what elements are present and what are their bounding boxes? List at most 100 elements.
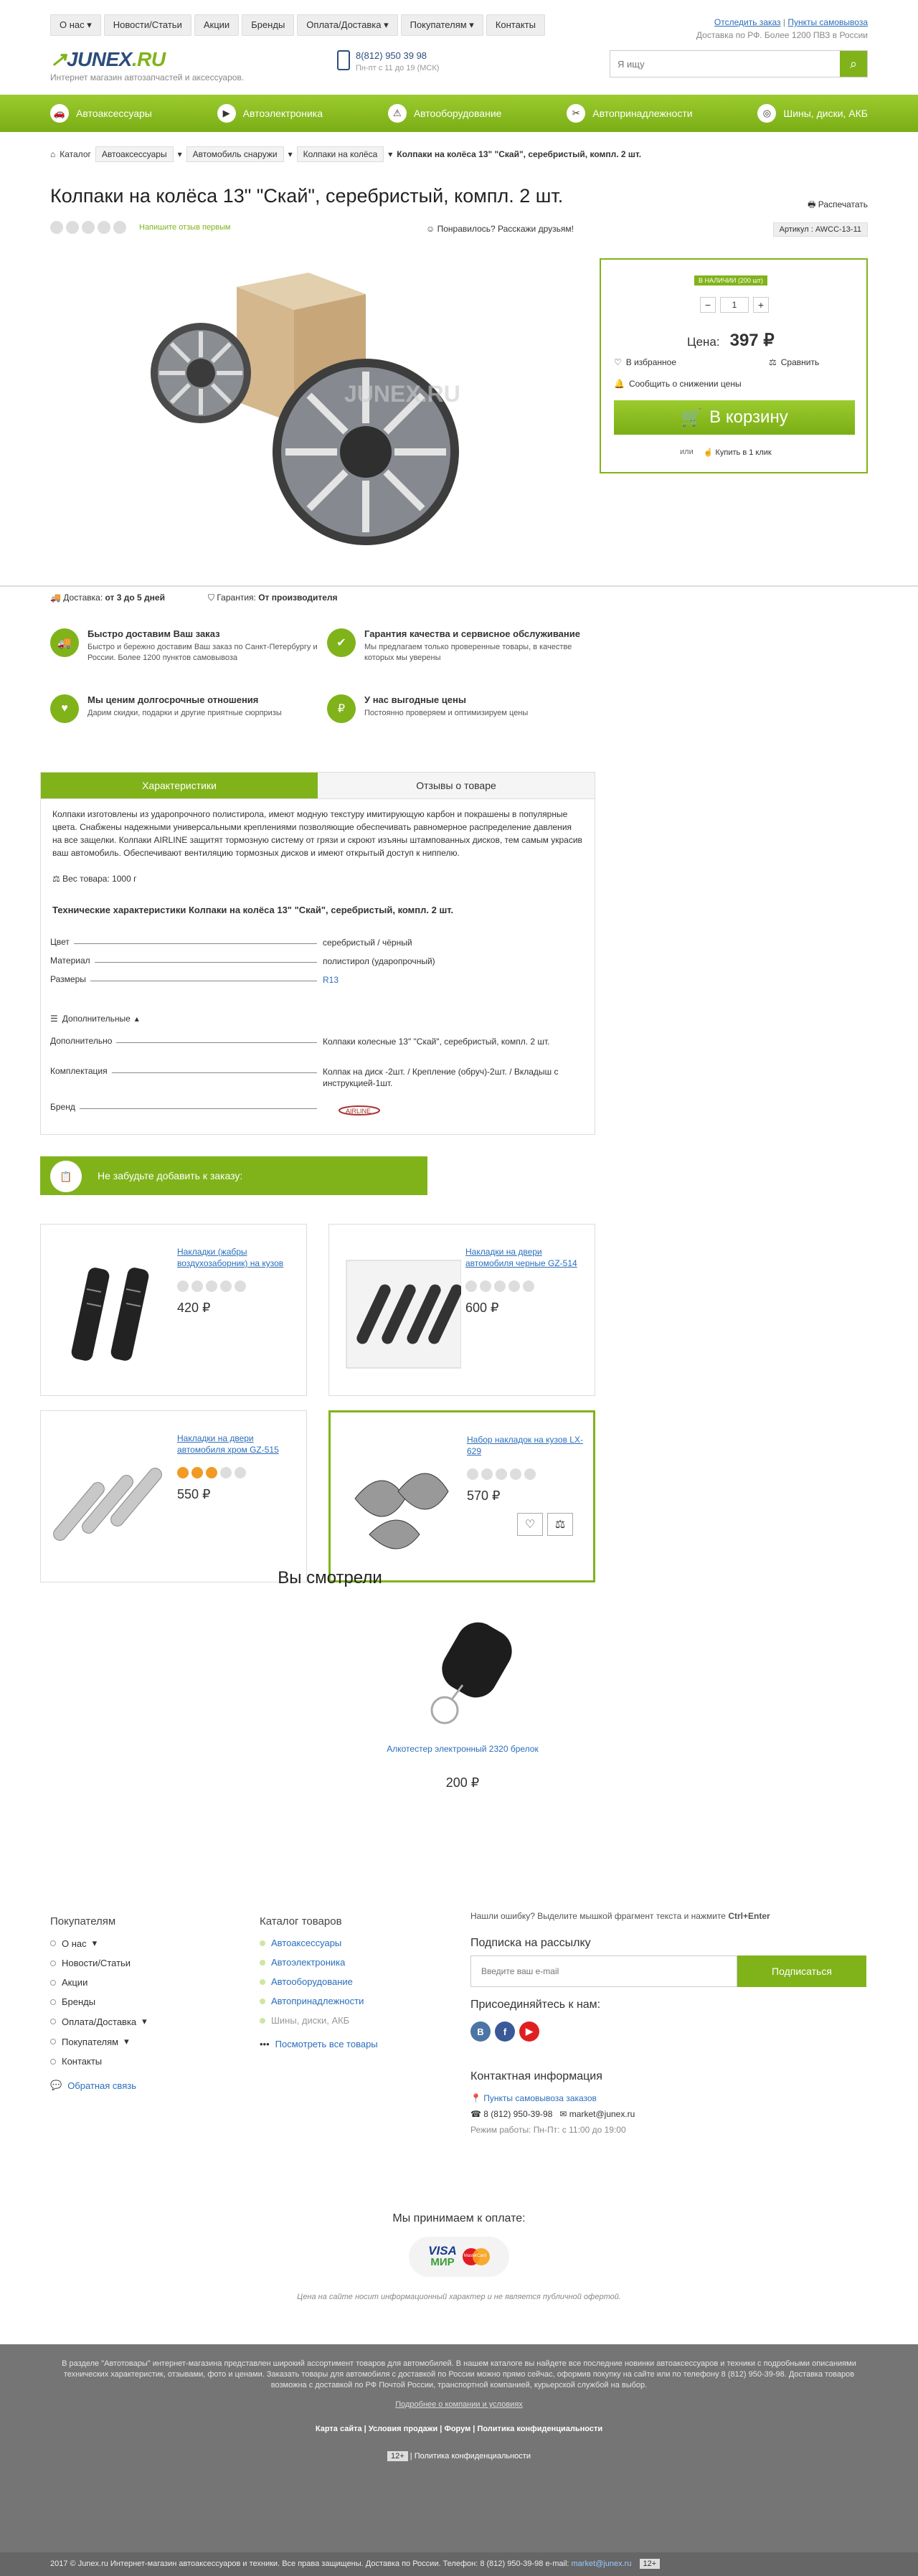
rating-star[interactable] <box>206 1280 217 1292</box>
footer-bottom-link[interactable]: Политика конфиденциальности <box>477 2425 602 2433</box>
footer-buyers-item[interactable]: Новости/Статьи <box>50 1958 147 1968</box>
rating-star[interactable] <box>496 1468 507 1480</box>
breadcrumb-item[interactable]: Автомобиль снаружи <box>186 146 284 162</box>
top-nav-item[interactable]: Бренды <box>242 14 295 36</box>
print-link[interactable]: 🖶 Распечатать <box>808 198 868 213</box>
footer-buyers-item[interactable]: Покупателям ▾ <box>50 2036 147 2047</box>
footer-phone[interactable]: 8 (812) 950-39-98 <box>483 2109 552 2119</box>
track-order-link[interactable]: Отследить заказ <box>714 17 781 27</box>
qty-plus-button[interactable]: + <box>753 297 769 313</box>
top-nav-item[interactable]: Акции <box>194 14 240 36</box>
rating-star[interactable] <box>206 1467 217 1478</box>
rating-star[interactable] <box>467 1468 478 1480</box>
rating-star[interactable] <box>465 1280 477 1292</box>
home-icon[interactable]: ⌂ <box>50 149 55 159</box>
details-link[interactable]: Подробнее о компании и условиях <box>0 2400 918 2409</box>
search-button[interactable]: ⌕ <box>840 51 867 77</box>
rating-star[interactable] <box>235 1467 246 1478</box>
rating-star[interactable] <box>50 221 63 234</box>
product-name[interactable]: Накладки (жабры воздухозаборник) на кузо… <box>177 1246 299 1269</box>
email-field[interactable] <box>470 1955 737 1987</box>
footer-buyers-item[interactable]: Акции <box>50 1977 147 1988</box>
footer-catalog-item[interactable]: Автооборудование <box>260 1976 378 1987</box>
favorites-button[interactable]: ♡ В избранное <box>614 357 676 367</box>
breadcrumb-item[interactable]: Колпаки на колёса <box>296 146 384 162</box>
pickup-points-link[interactable]: Пункты самовывоза <box>787 17 868 27</box>
rating-star[interactable] <box>523 1280 534 1292</box>
footer-catalog-item[interactable]: Автоэлектроника <box>260 1957 378 1968</box>
rating-star[interactable] <box>177 1467 189 1478</box>
rating-star[interactable] <box>494 1280 506 1292</box>
main-menu-item[interactable]: ◎ Шины, диски, АКБ <box>757 104 868 123</box>
footer-buyers-item[interactable]: О нас ▾ <box>50 1938 147 1949</box>
top-nav-item[interactable]: Новости/Статьи <box>103 14 191 36</box>
header-phone[interactable]: 8(812) 950 39 98 Пн-пт с 11 до 19 (МСК) <box>337 50 439 74</box>
extra-toggle[interactable]: ☰ Дополнительные ▴ <box>50 1014 139 1024</box>
subscribe-button[interactable]: Подписаться <box>737 1955 866 1987</box>
youtube-icon[interactable]: ▶ <box>519 2021 539 2042</box>
heart-icon[interactable]: ♡ <box>517 1513 543 1536</box>
search-input[interactable] <box>610 51 840 77</box>
rating-star[interactable] <box>220 1467 232 1478</box>
breadcrumb-item[interactable]: Автоаксессуары <box>95 146 174 162</box>
tab-characteristics[interactable]: Характеристики <box>41 773 318 798</box>
main-menu-item[interactable]: ✂ Автопринадлежности <box>567 104 693 123</box>
qty-minus-button[interactable]: − <box>700 297 716 313</box>
vk-icon[interactable]: В <box>470 2021 491 2042</box>
tab-reviews[interactable]: Отзывы о товаре <box>318 773 595 798</box>
rating-star[interactable] <box>235 1280 246 1292</box>
product-name[interactable]: Набор накладок на кузов LX-629 <box>467 1434 589 1457</box>
product-name[interactable]: Накладки на двери автомобиля хром GZ-515 <box>177 1433 299 1456</box>
footer-buyers-item[interactable]: Контакты <box>50 2056 147 2067</box>
footer-catalog-item[interactable]: Шины, диски, АКБ <box>260 2015 378 2026</box>
rating-star[interactable] <box>480 1280 491 1292</box>
product-thumb[interactable] <box>341 1434 463 1570</box>
qty-input[interactable]: 1 <box>720 297 749 313</box>
product-thumb[interactable] <box>51 1433 173 1569</box>
footer-bottom-link[interactable]: Карта сайта <box>316 2425 362 2433</box>
rating-star[interactable] <box>191 1467 203 1478</box>
rating-star[interactable] <box>98 221 110 234</box>
main-menu-item[interactable]: ▶ Автоэлектроника <box>217 104 323 123</box>
feedback-link[interactable]: 💬 Обратная связь <box>50 2080 147 2091</box>
footer-bottom-link[interactable]: Форум <box>444 2425 470 2433</box>
product-image[interactable]: JUNEX.RU <box>129 258 531 560</box>
rating-star[interactable] <box>524 1468 536 1480</box>
scales-icon[interactable]: ⚖ <box>547 1513 573 1536</box>
top-nav-item[interactable]: Оплата/Доставка ▾ <box>297 14 398 36</box>
rating-star[interactable] <box>177 1280 189 1292</box>
product-card[interactable]: Накладки на двери автомобиля хром GZ-515… <box>40 1410 307 1582</box>
one-click-button[interactable]: ☝ Купить в 1 клик <box>704 448 772 457</box>
all-goods-link[interactable]: ••• Посмотреть все товары <box>260 2039 378 2049</box>
facebook-icon[interactable]: f <box>495 2021 515 2042</box>
footer-buyers-item[interactable]: Бренды <box>50 1996 147 2007</box>
policy-link[interactable]: Политика конфиденциальности <box>415 2452 531 2461</box>
rating-star[interactable] <box>66 221 79 234</box>
breadcrumb-catalog[interactable]: Каталог <box>60 149 91 159</box>
write-review-link[interactable]: Напишите отзыв первым <box>139 223 231 232</box>
logo[interactable]: ↗JUNEX.RU Интернет магазин автозапчастей… <box>50 47 244 82</box>
top-nav-item[interactable]: О нас ▾ <box>50 14 101 36</box>
product-card[interactable]: Набор накладок на кузов LX-629 570 ₽ ♡ ⚖ <box>328 1410 595 1582</box>
product-card[interactable]: Накладки (жабры воздухозаборник) на кузо… <box>40 1224 307 1396</box>
spec-value[interactable]: R13 <box>323 974 581 986</box>
rating-star[interactable] <box>113 221 126 234</box>
main-menu-item[interactable]: 🚗 Автоаксессуары <box>50 104 152 123</box>
viewed-name[interactable]: Алкотестер электронный 2320 брелок <box>359 1744 567 1754</box>
product-thumb[interactable] <box>51 1246 173 1382</box>
footer-catalog-item[interactable]: Автоаксессуары <box>260 1938 378 1948</box>
product-thumb[interactable] <box>339 1246 463 1382</box>
rating-star[interactable] <box>82 221 95 234</box>
footer-catalog-item[interactable]: Автопринадлежности <box>260 1996 378 2006</box>
rating-star[interactable] <box>220 1280 232 1292</box>
top-nav-item[interactable]: Контакты <box>486 14 545 36</box>
footer-bottom-link[interactable]: Условия продажи <box>369 2425 437 2433</box>
copyright-mail[interactable]: market@junex.ru <box>572 2560 632 2568</box>
footer-email[interactable]: market@junex.ru <box>569 2109 635 2119</box>
product-name[interactable]: Накладки на двери автомобиля черные GZ-5… <box>465 1246 587 1269</box>
rating-star[interactable] <box>481 1468 493 1480</box>
product-card[interactable]: Накладки на двери автомобиля черные GZ-5… <box>328 1224 595 1396</box>
price-alert-button[interactable]: 🔔 Сообщить о снижении цены <box>614 379 742 389</box>
share-block[interactable]: ☺ Понравилось? Расскажи друзьям! <box>426 224 574 234</box>
footer-buyers-item[interactable]: Оплата/Доставка ▾ <box>50 2016 147 2027</box>
